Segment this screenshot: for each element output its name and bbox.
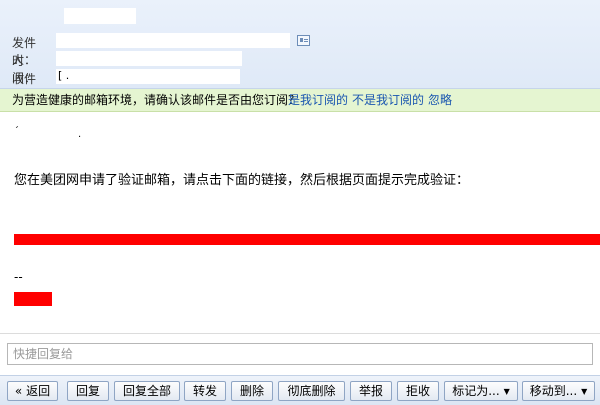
reject-button[interactable]: 拒收 bbox=[397, 381, 439, 401]
redaction-artifact: · bbox=[78, 132, 82, 143]
back-button[interactable]: « 返回 bbox=[7, 381, 58, 401]
report-button[interactable]: 举报 bbox=[350, 381, 392, 401]
mark-as-dropdown[interactable]: 标记为... ▼ bbox=[444, 381, 518, 401]
link-ignore[interactable]: 忽略 bbox=[428, 89, 452, 111]
to-value-redacted[interactable]: [ . bbox=[56, 69, 240, 84]
message-body: ˊ · 您在美团网申请了验证邮箱，请点击下面的链接，然后根据页面提示完成验证： … bbox=[0, 112, 600, 328]
signature-redacted bbox=[14, 292, 52, 306]
time-value-redacted bbox=[56, 51, 242, 66]
link-subscribed-no[interactable]: 不是我订阅的 bbox=[352, 89, 424, 111]
chevron-down-icon: ▼ bbox=[581, 387, 588, 396]
to-value-visible: [ . bbox=[58, 69, 70, 82]
verification-link-redacted[interactable] bbox=[14, 234, 600, 245]
redaction-artifact: ˊ bbox=[14, 126, 19, 137]
contact-card-icon[interactable] bbox=[297, 35, 310, 46]
move-to-label: 移动到... bbox=[529, 384, 578, 398]
reply-button[interactable]: 回复 bbox=[67, 381, 109, 401]
from-value-redacted[interactable] bbox=[56, 33, 290, 48]
quick-reply-input[interactable] bbox=[7, 343, 593, 365]
notice-text: 为营造健康的邮箱环境，请确认该邮件是否由您订阅？ bbox=[12, 93, 301, 107]
forward-button[interactable]: 转发 bbox=[184, 381, 226, 401]
signature-separator: -- bbox=[14, 270, 23, 284]
subject-redacted bbox=[64, 8, 136, 24]
reply-all-button[interactable]: 回复全部 bbox=[114, 381, 180, 401]
subscription-notice-bar: 为营造健康的邮箱环境，请确认该邮件是否由您订阅？ 是我订阅的 不是我订阅的 忽略 bbox=[0, 89, 600, 112]
quick-reply-area bbox=[0, 333, 600, 374]
chevron-down-icon: ▼ bbox=[503, 387, 510, 396]
message-text: 您在美团网申请了验证邮箱，请点击下面的链接，然后根据页面提示完成验证： bbox=[14, 173, 470, 188]
link-subscribed-yes[interactable]: 是我订阅的 bbox=[288, 89, 348, 111]
mail-header: 发件人： 时 间： 收件人： [ . bbox=[0, 0, 600, 103]
move-to-dropdown[interactable]: 移动到... ▼ bbox=[522, 381, 595, 401]
action-toolbar: « 返回 回复 回复全部 转发 删除 彻底删除 举报 拒收 标记为... ▼ 移动… bbox=[0, 375, 600, 405]
mark-as-label: 标记为... bbox=[452, 384, 500, 398]
delete-permanent-button[interactable]: 彻底删除 bbox=[278, 381, 345, 401]
delete-button[interactable]: 删除 bbox=[231, 381, 273, 401]
